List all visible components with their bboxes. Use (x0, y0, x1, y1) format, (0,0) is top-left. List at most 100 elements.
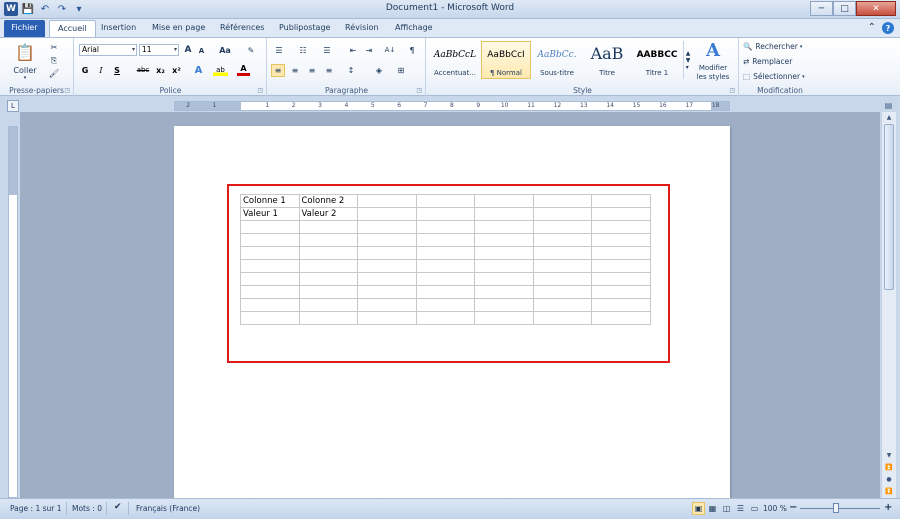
tab-references[interactable]: Références (212, 20, 272, 38)
decrease-indent-button[interactable]: ⇤ (346, 44, 360, 56)
editing-group-label: Modification (757, 86, 803, 95)
ruler-number: 16 (659, 102, 667, 109)
bold-button[interactable]: G (79, 64, 91, 76)
zoom-level[interactable]: 100 % (763, 504, 787, 513)
highlight-button[interactable]: ab (213, 64, 228, 76)
next-page-icon[interactable]: ⏬ (883, 486, 895, 497)
font-launcher-icon[interactable]: ◳ (257, 87, 263, 94)
browse-object-icon[interactable]: ● (883, 474, 895, 485)
vertical-scrollbar[interactable]: ▲ ▼ ⏫ ● ⏬ (881, 112, 896, 498)
paragraph-group: ☰ ☷ ☰ ⇤ ⇥ A↓ ¶ ≡ ≡ ≡ ≡ ↕ ◈ ⊞ Paragraphe … (268, 38, 426, 96)
scroll-thumb[interactable] (884, 124, 894, 290)
zoom-slider-track[interactable] (800, 508, 880, 509)
copy-icon[interactable]: ⎘ (48, 55, 60, 66)
ruler-number: 8 (450, 102, 454, 109)
style-title[interactable]: AaB Titre (582, 41, 632, 79)
text-effects-button[interactable]: A (192, 64, 205, 76)
zoom-slider-thumb[interactable] (833, 503, 839, 513)
ruler-number: 13 (579, 102, 588, 109)
view-ruler-icon[interactable]: ▤ (881, 99, 896, 112)
chevron-down-icon[interactable]: ▾ (132, 45, 135, 55)
language[interactable]: Français (France) (136, 504, 200, 513)
align-left-button[interactable]: ≡ (271, 64, 285, 77)
select-button[interactable]: ⬚ Sélectionner ▾ (743, 71, 818, 82)
borders-button[interactable]: ⊞ (394, 64, 408, 77)
zoom-out-button[interactable]: − (789, 502, 797, 513)
modify-styles-icon[interactable]: A (699, 40, 727, 61)
paste-button[interactable]: Coller (8, 65, 42, 75)
minimize-button[interactable]: ─ (810, 1, 833, 16)
clear-formatting-icon[interactable]: ✎ (245, 44, 257, 56)
print-layout-view-icon[interactable]: ▣ (692, 502, 705, 515)
show-marks-button[interactable]: ¶ (406, 44, 418, 56)
increase-indent-button[interactable]: ⇥ (362, 44, 376, 56)
ruler-number: 11 (527, 102, 535, 109)
zoom-in-button[interactable]: + (884, 502, 892, 513)
modify-styles-button-line2[interactable]: les styles (691, 72, 735, 81)
tab-mailings[interactable]: Publipostage (271, 20, 338, 38)
collapse-ribbon-icon[interactable]: ⌃ (868, 22, 876, 34)
cut-icon[interactable]: ✂ (48, 42, 60, 53)
underline-button[interactable]: S (111, 64, 123, 76)
tab-file[interactable]: Fichier (4, 20, 45, 38)
style-heading1[interactable]: AABBCC Titre 1 (632, 41, 682, 79)
status-separator (128, 502, 129, 515)
document-page[interactable]: Colonne 1 Colonne 2 Valeur 1 Valeur 2 (174, 126, 730, 498)
style-subtitle[interactable]: AaBbCc. Sous-titre (532, 41, 582, 79)
tab-page-layout[interactable]: Mise en page (144, 20, 213, 38)
scroll-down-button[interactable]: ▼ (883, 450, 895, 461)
sort-button[interactable]: A↓ (383, 44, 397, 56)
style-subtitle-name: Sous-titre (540, 69, 574, 77)
web-layout-view-icon[interactable]: ◫ (720, 502, 733, 515)
modify-styles-button[interactable]: Modifier (691, 63, 735, 72)
change-case-button[interactable]: Aa (216, 44, 234, 56)
italic-button[interactable]: I (95, 64, 107, 76)
tab-home[interactable]: Accueil (49, 20, 96, 38)
tab-selector[interactable]: L (7, 100, 19, 112)
subscript-button[interactable]: x₂ (154, 64, 167, 76)
outline-view-icon[interactable]: ☰ (734, 502, 747, 515)
grow-font-button[interactable]: A (182, 44, 194, 56)
clipboard-launcher-icon[interactable]: ◳ (64, 87, 70, 94)
tab-view[interactable]: Affichage (387, 20, 441, 38)
replace-button[interactable]: ⇄ Remplacer (743, 56, 818, 67)
multilevel-list-button[interactable]: ☰ (320, 44, 334, 56)
style-emphasis[interactable]: AaBbCcL Accentuat... (430, 41, 480, 79)
find-button[interactable]: 🔍 Rechercher ▾ (743, 41, 818, 52)
draft-view-icon[interactable]: ▭ (748, 502, 761, 515)
paste-dropdown-icon[interactable]: ▾ (22, 75, 28, 81)
chevron-down-icon[interactable]: ▾ (174, 45, 177, 55)
style-normal[interactable]: AaBbCcI ¶ Normal (481, 41, 531, 79)
styles-launcher-icon[interactable]: ◳ (729, 87, 735, 94)
font-color-button[interactable]: A (237, 64, 250, 76)
horizontal-ruler[interactable]: 2 1 1 2 3 4 5 6 7 8 9 10 11 12 13 14 15 16 17 18 (174, 101, 730, 111)
justify-button[interactable]: ≡ (322, 64, 336, 77)
format-painter-icon[interactable]: 🖌 (48, 68, 60, 79)
help-icon[interactable]: ? (882, 22, 894, 34)
font-name-combo[interactable]: Arial ▾ (79, 44, 137, 56)
page-count[interactable]: Page : 1 sur 1 (10, 504, 62, 513)
paragraph-launcher-icon[interactable]: ◳ (416, 87, 422, 94)
proofing-icon[interactable]: ✔ (114, 502, 122, 512)
scroll-up-button[interactable]: ▲ (883, 112, 895, 123)
numbering-button[interactable]: ☷ (296, 44, 310, 56)
tab-insert[interactable]: Insertion (93, 20, 144, 38)
previous-page-icon[interactable]: ⏫ (883, 462, 895, 473)
superscript-button[interactable]: x² (170, 64, 183, 76)
shading-button[interactable]: ◈ (372, 64, 386, 77)
close-button[interactable]: ✕ (856, 1, 896, 16)
vertical-ruler[interactable] (8, 126, 18, 498)
line-spacing-button[interactable]: ↕ (344, 64, 358, 77)
align-right-button[interactable]: ≡ (305, 64, 319, 77)
tab-review[interactable]: Révision (337, 20, 386, 38)
maximize-button[interactable]: □ (833, 1, 856, 16)
bullets-button[interactable]: ☰ (272, 44, 286, 56)
word-count[interactable]: Mots : 0 (72, 504, 102, 513)
font-size-combo[interactable]: 11 ▾ (139, 44, 179, 56)
paste-icon[interactable]: 📋 (12, 41, 38, 63)
strikethrough-button[interactable]: abc (135, 64, 151, 76)
align-center-button[interactable]: ≡ (288, 64, 302, 77)
shrink-font-button[interactable]: A (196, 45, 207, 56)
ribbon-tabs: Fichier Accueil Insertion Mise en page R… (0, 19, 900, 38)
full-screen-view-icon[interactable]: ▦ (706, 502, 719, 515)
